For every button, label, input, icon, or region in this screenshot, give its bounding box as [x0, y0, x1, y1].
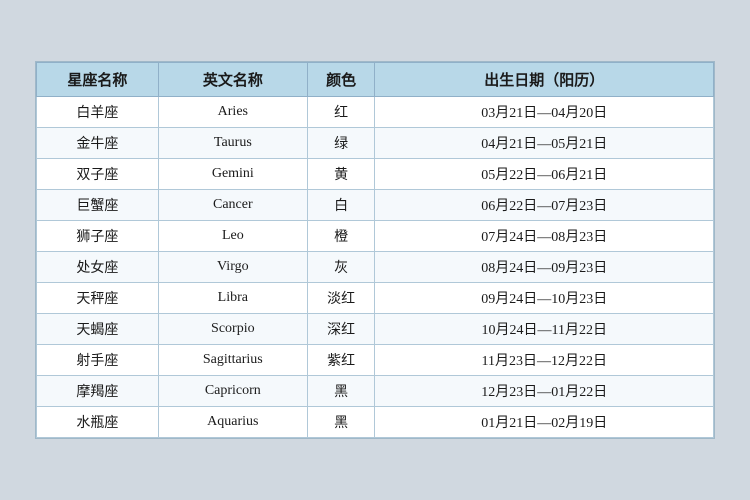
cell-color: 橙: [307, 221, 375, 252]
table-header-row: 星座名称 英文名称 颜色 出生日期（阳历）: [37, 63, 714, 97]
cell-color: 红: [307, 97, 375, 128]
cell-english: Gemini: [158, 159, 307, 190]
header-color: 颜色: [307, 63, 375, 97]
cell-english: Virgo: [158, 252, 307, 283]
table-row: 狮子座Leo橙07月24日—08月23日: [37, 221, 714, 252]
cell-color: 黑: [307, 407, 375, 438]
cell-english: Cancer: [158, 190, 307, 221]
cell-date: 07月24日—08月23日: [375, 221, 714, 252]
cell-color: 灰: [307, 252, 375, 283]
cell-color: 紫红: [307, 345, 375, 376]
cell-date: 01月21日—02月19日: [375, 407, 714, 438]
cell-english: Capricorn: [158, 376, 307, 407]
cell-english: Taurus: [158, 128, 307, 159]
cell-color: 深红: [307, 314, 375, 345]
cell-date: 09月24日—10月23日: [375, 283, 714, 314]
cell-chinese: 水瓶座: [37, 407, 159, 438]
cell-color: 淡红: [307, 283, 375, 314]
cell-chinese: 摩羯座: [37, 376, 159, 407]
table-row: 天蝎座Scorpio深红10月24日—11月22日: [37, 314, 714, 345]
cell-chinese: 金牛座: [37, 128, 159, 159]
cell-english: Libra: [158, 283, 307, 314]
zodiac-table: 星座名称 英文名称 颜色 出生日期（阳历） 白羊座Aries红03月21日—04…: [36, 62, 714, 438]
cell-chinese: 巨蟹座: [37, 190, 159, 221]
zodiac-table-container: 星座名称 英文名称 颜色 出生日期（阳历） 白羊座Aries红03月21日—04…: [35, 61, 715, 439]
cell-chinese: 射手座: [37, 345, 159, 376]
cell-english: Leo: [158, 221, 307, 252]
cell-date: 03月21日—04月20日: [375, 97, 714, 128]
table-row: 金牛座Taurus绿04月21日—05月21日: [37, 128, 714, 159]
cell-date: 12月23日—01月22日: [375, 376, 714, 407]
cell-date: 10月24日—11月22日: [375, 314, 714, 345]
cell-chinese: 白羊座: [37, 97, 159, 128]
cell-color: 黄: [307, 159, 375, 190]
cell-chinese: 天秤座: [37, 283, 159, 314]
cell-date: 05月22日—06月21日: [375, 159, 714, 190]
cell-english: Sagittarius: [158, 345, 307, 376]
table-row: 巨蟹座Cancer白06月22日—07月23日: [37, 190, 714, 221]
cell-english: Scorpio: [158, 314, 307, 345]
cell-date: 04月21日—05月21日: [375, 128, 714, 159]
table-row: 双子座Gemini黄05月22日—06月21日: [37, 159, 714, 190]
header-date: 出生日期（阳历）: [375, 63, 714, 97]
cell-date: 06月22日—07月23日: [375, 190, 714, 221]
table-row: 射手座Sagittarius紫红11月23日—12月22日: [37, 345, 714, 376]
cell-color: 绿: [307, 128, 375, 159]
cell-english: Aries: [158, 97, 307, 128]
cell-date: 11月23日—12月22日: [375, 345, 714, 376]
cell-chinese: 狮子座: [37, 221, 159, 252]
cell-chinese: 双子座: [37, 159, 159, 190]
table-row: 天秤座Libra淡红09月24日—10月23日: [37, 283, 714, 314]
table-body: 白羊座Aries红03月21日—04月20日金牛座Taurus绿04月21日—0…: [37, 97, 714, 438]
table-row: 处女座Virgo灰08月24日—09月23日: [37, 252, 714, 283]
cell-chinese: 天蝎座: [37, 314, 159, 345]
table-row: 白羊座Aries红03月21日—04月20日: [37, 97, 714, 128]
header-chinese: 星座名称: [37, 63, 159, 97]
header-english: 英文名称: [158, 63, 307, 97]
cell-chinese: 处女座: [37, 252, 159, 283]
cell-color: 白: [307, 190, 375, 221]
cell-color: 黑: [307, 376, 375, 407]
cell-date: 08月24日—09月23日: [375, 252, 714, 283]
table-row: 摩羯座Capricorn黑12月23日—01月22日: [37, 376, 714, 407]
table-row: 水瓶座Aquarius黑01月21日—02月19日: [37, 407, 714, 438]
cell-english: Aquarius: [158, 407, 307, 438]
